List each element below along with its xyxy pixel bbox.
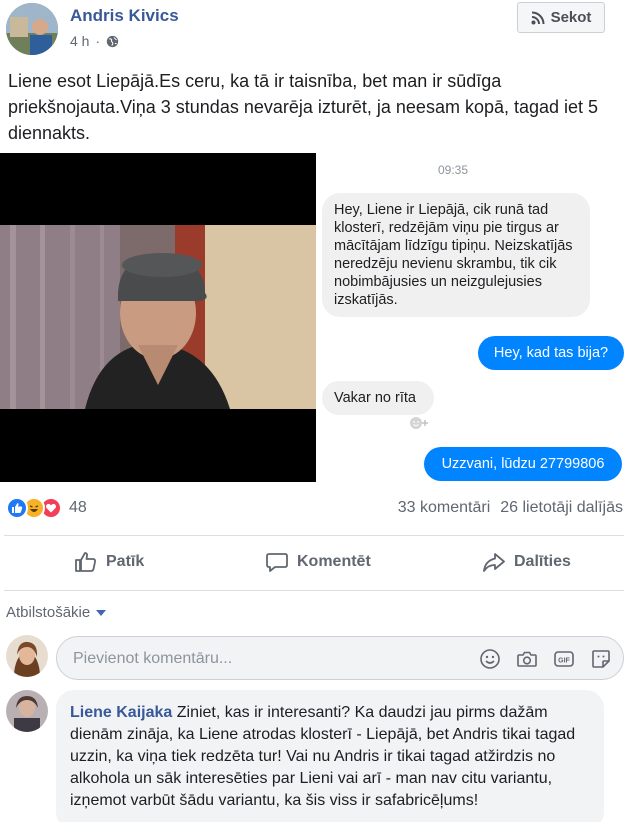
reaction-summary[interactable]: 48 xyxy=(6,497,87,519)
comment-count[interactable]: 33 komentāri xyxy=(398,499,491,517)
meta-separator: · xyxy=(95,33,101,49)
follow-button[interactable]: Sekot xyxy=(517,2,605,33)
post-header: Andris Kivics 4 h · Sekot xyxy=(0,0,627,60)
comment-input[interactable] xyxy=(73,647,453,671)
chat-timestamp: 09:35 xyxy=(437,163,469,177)
comment-author[interactable]: Liene Kaijaka xyxy=(70,704,172,721)
sticker-icon[interactable] xyxy=(590,648,612,670)
chat-message-outgoing: Uzzvani, lūdzu 27799806 xyxy=(424,447,622,481)
globe-icon xyxy=(106,35,119,47)
post-time[interactable]: 4 h xyxy=(70,33,89,49)
chat-message-incoming: Hey, Liene ir Liepājā, cik runā tad klos… xyxy=(322,193,590,317)
video-frame[interactable] xyxy=(0,153,316,482)
post-stats: 48 33 komentāri 26 lietotāji dalījās xyxy=(0,495,627,523)
chat-message-incoming: Vakar no rīta xyxy=(322,381,434,415)
camera-icon[interactable] xyxy=(516,648,538,670)
chevron-down-icon xyxy=(96,609,107,616)
thumbs-up-icon xyxy=(75,552,96,572)
video-thumbnail xyxy=(0,153,316,482)
engagement-counts: 33 komentāri 26 lietotāji dalījās xyxy=(398,499,623,517)
comment-input-container[interactable]: GIF xyxy=(56,636,624,680)
like-label: Patīk xyxy=(106,553,145,570)
like-button[interactable]: Patīk xyxy=(74,548,144,576)
post-meta: 4 h · xyxy=(70,33,119,49)
divider xyxy=(4,590,624,591)
current-user-avatar[interactable] xyxy=(6,635,48,677)
like-reaction-icon xyxy=(6,497,28,519)
post-media[interactable]: 09:35 Hey, Liene ir Liepājā, cik runā ta… xyxy=(0,153,627,482)
comment-item: Liene Kaijaka Ziniet, kas ir interesanti… xyxy=(0,688,627,822)
post-text: Liene esot Liepājā.Es ceru, ka tā ir tai… xyxy=(8,71,599,143)
svg-text:GIF: GIF xyxy=(558,658,570,665)
rss-icon xyxy=(531,11,545,24)
commenter-avatar[interactable] xyxy=(6,690,48,732)
gif-icon[interactable]: GIF xyxy=(553,648,575,670)
comment-sort-label: Atbilstošākie xyxy=(6,604,91,621)
follow-label: Sekot xyxy=(550,9,592,26)
comment-label: Komentēt xyxy=(297,553,371,570)
emoji-icon[interactable] xyxy=(479,648,501,670)
share-label: Dalīties xyxy=(514,553,571,570)
add-reaction-icon xyxy=(410,417,428,429)
comment-composer: GIF xyxy=(0,633,627,683)
share-count[interactable]: 26 lietotāji dalījās xyxy=(500,499,623,517)
comment-bubble: Liene Kaijaka Ziniet, kas ir interesanti… xyxy=(56,690,604,822)
chat-screenshot: 09:35 Hey, Liene ir Liepājā, cik runā ta… xyxy=(318,153,627,482)
divider xyxy=(4,535,624,536)
reaction-count: 48 xyxy=(69,499,87,516)
post-actions: Patīk Komentēt Dalīties xyxy=(0,540,627,586)
share-button[interactable]: Dalīties xyxy=(482,548,571,576)
author-name[interactable]: Andris Kivics xyxy=(70,6,179,26)
comment-icon xyxy=(266,553,288,572)
author-avatar[interactable] xyxy=(6,3,58,55)
chat-message-outgoing: Hey, kad tas bija? xyxy=(478,336,624,370)
share-icon xyxy=(483,553,505,572)
comment-sort-dropdown[interactable]: Atbilstošākie xyxy=(6,604,107,621)
comment-button[interactable]: Komentēt xyxy=(265,548,371,576)
